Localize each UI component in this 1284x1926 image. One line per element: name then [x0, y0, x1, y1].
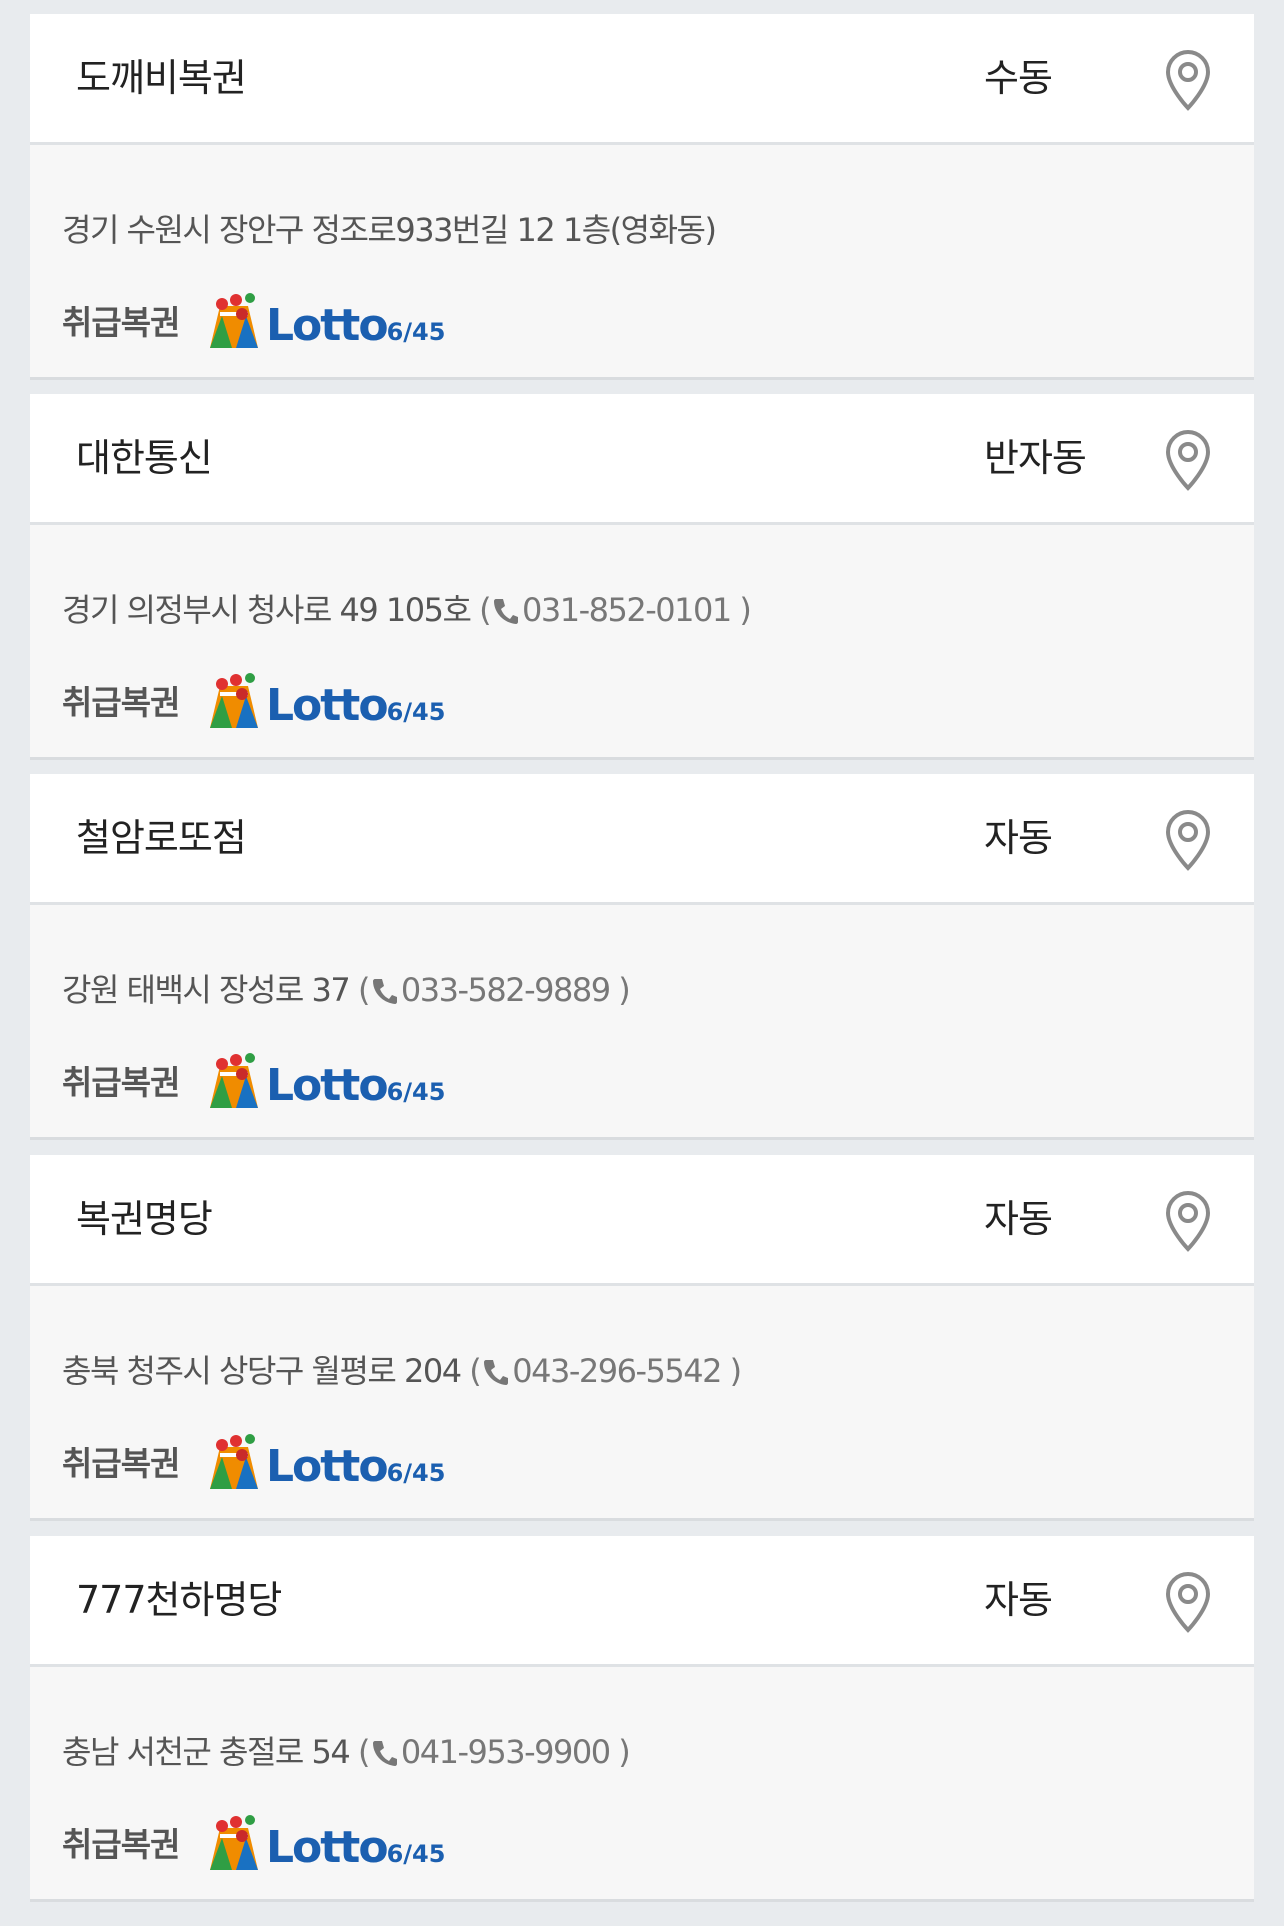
phone-icon — [482, 1353, 509, 1397]
map-pin-icon[interactable] — [1158, 808, 1218, 872]
store-card-header[interactable]: 777천하명당 자동 — [30, 1536, 1254, 1667]
store-name[interactable]: 복권명당 — [76, 1155, 213, 1283]
store-name[interactable]: 철암로또점 — [76, 774, 247, 902]
store-card-header[interactable]: 대한통신 반자동 — [30, 394, 1254, 525]
map-pin-icon[interactable] — [1158, 1570, 1218, 1634]
lotto-logo: Lotto6/45 — [202, 672, 445, 734]
lotto-brand: Lotto — [266, 300, 389, 351]
phone-icon — [492, 592, 519, 636]
store-name[interactable]: 도깨비복권 — [76, 14, 247, 142]
store-card-header[interactable]: 복권명당 자동 — [30, 1155, 1254, 1286]
address-text: 충북 청주시 상당구 월평로 204 — [62, 1352, 462, 1390]
phone-number[interactable]: 043-296-5542 — [512, 1352, 722, 1390]
phone-number[interactable]: 033-582-9889 — [401, 971, 611, 1009]
lotto-brand: Lotto — [266, 1441, 389, 1492]
tickets-label: 취급복권 — [62, 303, 180, 342]
lotto-logo: Lotto6/45 — [202, 1433, 445, 1495]
store-address: 충남 서천군 충절로 54 (041-953-9900 ) — [62, 1730, 631, 1774]
store-card-header[interactable]: 철암로또점 자동 — [30, 774, 1254, 905]
address-text: 경기 의정부시 청사로 49 105호 — [62, 591, 472, 629]
store-card: 대한통신 반자동 경기 의정부시 청사로 49 105호 (031-852-01… — [30, 394, 1254, 760]
purchase-method: 자동 — [984, 1578, 1053, 1622]
store-name[interactable]: 777천하명당 — [76, 1536, 282, 1664]
store-card-header[interactable]: 도깨비복권 수동 — [30, 14, 1254, 145]
lotto-logo: Lotto6/45 — [202, 1814, 445, 1876]
lotto-brand: Lotto — [266, 1822, 389, 1873]
store-card: 철암로또점 자동 강원 태백시 장성로 37 (033-582-9889 ) 취… — [30, 774, 1254, 1140]
purchase-method: 수동 — [984, 56, 1053, 100]
lotto-type: 6/45 — [386, 1078, 446, 1106]
phone-number[interactable]: 031-852-0101 — [522, 591, 732, 629]
lotto-brand: Lotto — [266, 1060, 389, 1111]
address-text: 충남 서천군 충절로 54 — [62, 1733, 351, 1771]
store-address: 경기 의정부시 청사로 49 105호 (031-852-0101 ) — [62, 588, 752, 632]
address-text: 강원 태백시 장성로 37 — [62, 971, 351, 1009]
store-address: 충북 청주시 상당구 월평로 204 (043-296-5542 ) — [62, 1349, 742, 1393]
map-pin-icon[interactable] — [1158, 48, 1218, 112]
phone-number[interactable]: 041-953-9900 — [401, 1733, 611, 1771]
phone-icon — [371, 1734, 397, 1778]
tickets-label: 취급복권 — [62, 1825, 180, 1864]
tickets-label: 취급복권 — [62, 683, 180, 722]
purchase-method: 자동 — [984, 816, 1053, 860]
map-pin-icon[interactable] — [1158, 1189, 1218, 1253]
purchase-method: 반자동 — [984, 436, 1087, 480]
store-card: 복권명당 자동 충북 청주시 상당구 월평로 204 (043-296-5542… — [30, 1155, 1254, 1521]
address-text: 경기 수원시 장안구 정조로933번길 12 1층(영화동) — [62, 211, 717, 249]
lotto-logo: Lotto6/45 — [202, 1052, 445, 1114]
lotto-type: 6/45 — [386, 1459, 446, 1487]
store-card: 777천하명당 자동 충남 서천군 충절로 54 (041-953-9900 )… — [30, 1536, 1254, 1902]
tickets-label: 취급복권 — [62, 1444, 180, 1483]
lotto-type: 6/45 — [386, 1840, 446, 1868]
store-address: 강원 태백시 장성로 37 (033-582-9889 ) — [62, 968, 631, 1012]
lotto-type: 6/45 — [386, 318, 446, 346]
lotto-type: 6/45 — [386, 698, 446, 726]
phone-icon — [371, 972, 397, 1016]
store-name[interactable]: 대한통신 — [76, 394, 213, 522]
lotto-logo: Lotto6/45 — [202, 292, 445, 354]
tickets-label: 취급복권 — [62, 1063, 180, 1102]
store-card: 도깨비복권 수동 경기 수원시 장안구 정조로933번길 12 1층(영화동) … — [30, 14, 1254, 380]
lotto-brand: Lotto — [266, 680, 389, 731]
purchase-method: 자동 — [984, 1197, 1053, 1241]
store-address: 경기 수원시 장안구 정조로933번길 12 1층(영화동) — [62, 208, 717, 252]
map-pin-icon[interactable] — [1158, 428, 1218, 492]
